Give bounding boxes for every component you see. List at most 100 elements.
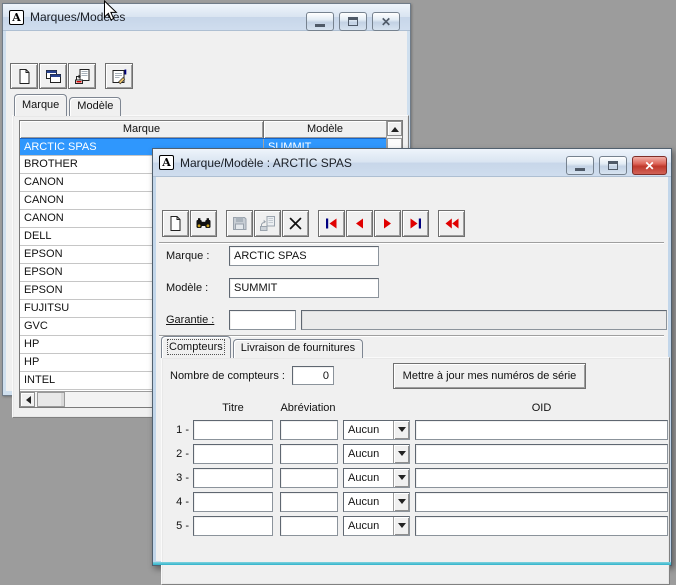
tab-livraison-de-fournitures[interactable]: Livraison de fournitures — [232, 339, 364, 358]
previous-record-button[interactable] — [346, 210, 373, 237]
abreviation-input[interactable] — [280, 420, 338, 440]
chevron-down-icon — [397, 523, 406, 532]
paste-icon — [259, 215, 276, 232]
maximize-button[interactable] — [339, 12, 367, 31]
tab-marque[interactable]: Marque — [14, 94, 68, 116]
tab-strip: Marque Modèle — [14, 94, 123, 116]
unit-select[interactable]: Aucun — [343, 516, 410, 536]
abreviation-input[interactable] — [280, 492, 338, 512]
abreviation-input[interactable] — [280, 468, 338, 488]
column-header-abreviation: Abréviation — [280, 402, 336, 414]
transfer-button[interactable] — [68, 63, 96, 89]
titre-input[interactable] — [193, 468, 273, 488]
row-index-label: 1 - — [176, 424, 189, 436]
compteur-row: 1 - Aucun — [162, 420, 669, 440]
titre-input[interactable] — [193, 420, 273, 440]
dropdown-button[interactable] — [393, 493, 409, 511]
dropdown-button[interactable] — [393, 517, 409, 535]
garantie-label[interactable]: Garantie : — [166, 314, 214, 326]
oid-input[interactable] — [415, 516, 668, 536]
modele-input[interactable]: SUMMIT — [229, 278, 379, 298]
column-header-marque[interactable]: Marque — [20, 121, 264, 138]
tab-label: Marque — [22, 99, 60, 111]
scroll-left-button[interactable] — [20, 392, 35, 407]
row-index-label: 3 - — [176, 472, 189, 484]
oid-input[interactable] — [415, 492, 668, 512]
compteur-row: 3 - Aucun — [162, 468, 669, 488]
delete-x-icon — [287, 215, 304, 232]
last-record-button[interactable] — [402, 210, 429, 237]
open-record-button[interactable] — [39, 63, 67, 89]
chevron-down-icon — [397, 499, 406, 508]
nav-rewind-icon — [443, 215, 460, 232]
window-body: Marque : ARCTIC SPAS Modèle : SUMMIT Gar… — [156, 177, 670, 585]
arrow-up-icon — [390, 123, 399, 132]
new-record-button[interactable] — [162, 210, 189, 237]
unit-select-value: Aucun — [348, 520, 380, 532]
find-button[interactable] — [190, 210, 217, 237]
titre-input[interactable] — [193, 516, 273, 536]
abreviation-input[interactable] — [280, 444, 338, 464]
dropdown-button[interactable] — [393, 445, 409, 463]
new-document-icon — [16, 68, 33, 85]
garantie-note-field — [301, 310, 667, 330]
tab-strip: Compteurs Livraison de fournitures — [161, 336, 365, 358]
oid-input[interactable] — [415, 420, 668, 440]
marque-input[interactable]: ARCTIC SPAS — [229, 246, 379, 266]
window-marque-modele-detail: A Marque/Modèle : ARCTIC SPAS ✕ Marque :… — [152, 148, 672, 585]
tab-mod-le[interactable]: Modèle — [69, 97, 122, 116]
oid-input[interactable] — [415, 444, 668, 464]
close-button[interactable]: ✕ — [372, 12, 400, 31]
toolbar — [162, 210, 465, 237]
properties-button[interactable] — [105, 63, 133, 89]
unit-select[interactable]: Aucun — [343, 492, 410, 512]
scroll-up-button[interactable] — [387, 121, 402, 136]
unit-select-value: Aucun — [348, 496, 380, 508]
app-icon[interactable]: A — [159, 155, 174, 170]
next-record-button[interactable] — [374, 210, 401, 237]
column-header-modele[interactable]: Modèle — [264, 121, 386, 138]
titre-input[interactable] — [193, 444, 273, 464]
compteur-count-label: Nombre de compteurs : — [170, 370, 285, 382]
minimize-button[interactable] — [566, 156, 594, 175]
delete-button[interactable] — [282, 210, 309, 237]
update-serial-numbers-button[interactable]: Mettre à jour mes numéros de série — [393, 363, 586, 389]
unit-select[interactable]: Aucun — [343, 468, 410, 488]
dropdown-button[interactable] — [393, 421, 409, 439]
abreviation-input[interactable] — [280, 516, 338, 536]
garantie-input[interactable] — [229, 310, 296, 330]
minimize-icon — [315, 24, 325, 27]
new-record-button[interactable] — [10, 63, 38, 89]
app-icon[interactable]: A — [9, 9, 24, 25]
compteur-count-input[interactable]: 0 — [292, 366, 334, 385]
dropdown-button[interactable] — [393, 469, 409, 487]
nav-first-icon — [323, 215, 340, 232]
close-icon: ✕ — [644, 158, 655, 173]
row-index-label: 5 - — [176, 520, 189, 532]
maximize-button[interactable] — [599, 156, 627, 175]
oid-input[interactable] — [415, 468, 668, 488]
chevron-down-icon — [397, 451, 406, 460]
export-page-icon — [74, 68, 91, 85]
unit-select[interactable]: Aucun — [343, 444, 410, 464]
modele-label: Modèle : — [166, 282, 209, 294]
tab-compteurs[interactable]: Compteurs — [161, 336, 231, 358]
compteur-count-value: 0 — [322, 369, 329, 382]
minimize-button[interactable] — [306, 12, 334, 31]
marque-label: Marque : — [166, 250, 210, 262]
chevron-down-icon — [397, 475, 406, 484]
first-record-button[interactable] — [318, 210, 345, 237]
chevron-down-icon — [397, 427, 406, 436]
mouse-cursor — [104, 0, 118, 21]
unit-select[interactable]: Aucun — [343, 420, 410, 440]
window-title: Marque/Modèle : ARCTIC SPAS — [180, 155, 352, 170]
modele-value: SUMMIT — [234, 282, 278, 294]
close-button[interactable]: ✕ — [632, 156, 667, 175]
column-header-titre: Titre — [222, 402, 244, 414]
rewind-button[interactable] — [438, 210, 465, 237]
tab-label: Livraison de fournitures — [240, 342, 356, 354]
titre-input[interactable] — [193, 492, 273, 512]
unit-select-value: Aucun — [348, 472, 380, 484]
row-index-label: 2 - — [176, 448, 189, 460]
horizontal-scroll-thumb[interactable] — [37, 392, 65, 407]
